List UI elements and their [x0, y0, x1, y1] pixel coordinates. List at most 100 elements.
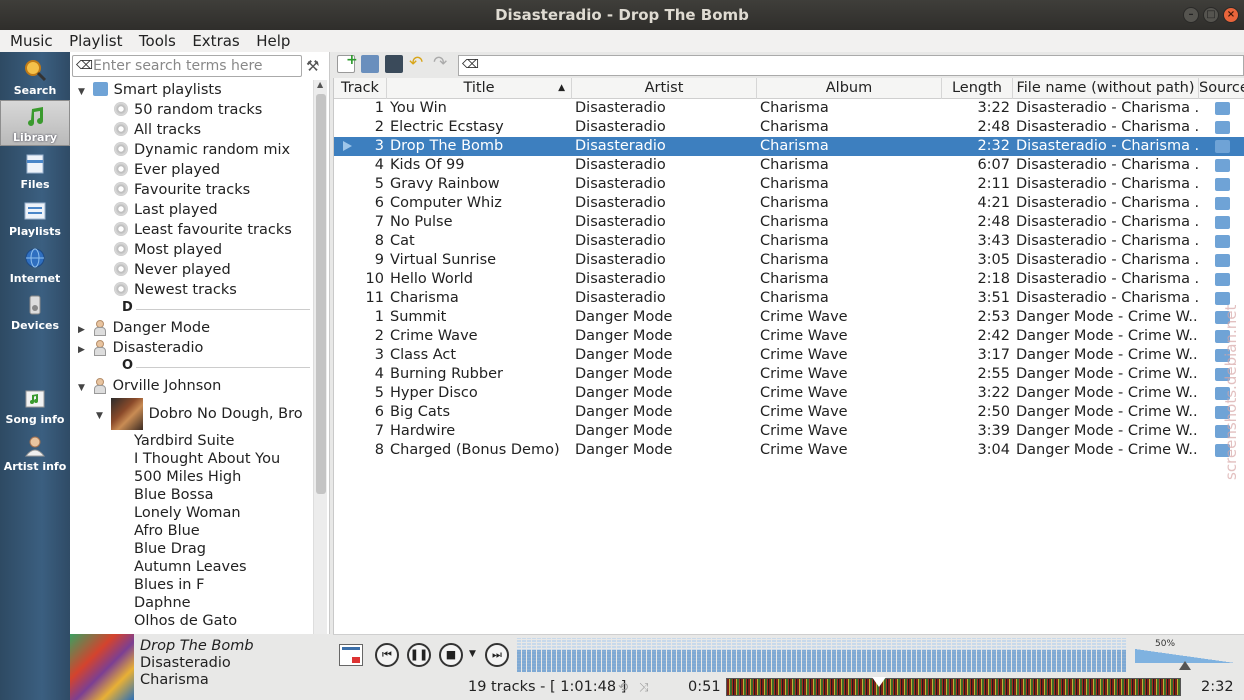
table-row[interactable]: 9 Virtual Sunrise Disasteradio Charisma 3:05… — [334, 251, 1244, 270]
tab-files[interactable]: Files — [0, 148, 70, 194]
tab-playlists[interactable]: Playlists — [0, 195, 70, 241]
expanded-arrow-icon[interactable]: ▼ — [78, 378, 88, 398]
close-button[interactable]: × — [1223, 7, 1239, 23]
previous-track-button[interactable]: ⏮ — [375, 643, 399, 667]
menu-help[interactable]: Help — [251, 30, 295, 52]
album-track-item[interactable]: Blues in F — [134, 576, 204, 594]
column-title[interactable]: Title ▲ — [387, 78, 572, 99]
new-playlist-icon[interactable]: + — [337, 52, 358, 73]
redo-icon[interactable]: ↷ — [433, 55, 451, 73]
album-track-item[interactable]: Lonely Woman — [134, 504, 241, 522]
clear-search-icon[interactable]: ⌫ — [76, 58, 93, 72]
smart-playlist-item[interactable]: Least favourite tracks — [114, 220, 292, 240]
table-row[interactable]: 8 Cat Disasteradio Charisma 3:43 Disasteradio… — [334, 232, 1244, 251]
smart-playlist-item[interactable]: Newest tracks — [114, 280, 237, 300]
repeat-icon[interactable]: ⟲ — [618, 681, 634, 693]
collapsed-arrow-icon[interactable]: ▶ — [78, 340, 88, 360]
volume-slider[interactable]: 50% — [1133, 639, 1241, 673]
menu-playlist[interactable]: Playlist — [64, 30, 127, 52]
tree-artist-orville-johnson[interactable]: ▼ Orville Johnson — [78, 376, 221, 396]
load-playlist-icon[interactable] — [361, 55, 379, 73]
library-search-input[interactable]: ⌫ Enter search terms here — [72, 55, 302, 77]
menu-tools[interactable]: Tools — [134, 30, 181, 52]
tab-internet[interactable]: Internet — [0, 242, 70, 288]
minimize-button[interactable]: – — [1183, 7, 1199, 23]
tab-song-info[interactable]: Song info — [0, 383, 70, 429]
album-track-item[interactable]: 500 Miles High — [134, 468, 241, 486]
table-row[interactable]: 8 Charged (Bonus Demo) Danger Mode Crime Wa… — [334, 441, 1244, 460]
album-track-item[interactable]: Blue Drag — [134, 540, 206, 558]
table-row[interactable]: 1 You Win Disasteradio Charisma 3:22 Disaster… — [334, 99, 1244, 118]
tree-album[interactable]: ▼ Dobro No Dough, Bro — [96, 396, 303, 432]
playlist-table[interactable]: Track Title ▲ Artist Album Length File na… — [333, 78, 1244, 634]
expanded-arrow-icon[interactable]: ▼ — [78, 82, 88, 102]
maximize-button[interactable]: □ — [1203, 7, 1219, 23]
smart-playlist-item[interactable]: Last played — [114, 200, 218, 220]
album-track-item[interactable]: Daphne — [134, 594, 191, 612]
table-row[interactable]: 2 Crime Wave Danger Mode Crime Wave 2:42 Dang… — [334, 327, 1244, 346]
album-track-item[interactable]: Blue Bossa — [134, 486, 214, 504]
stop-button[interactable]: ■ — [439, 643, 463, 667]
seek-position-marker[interactable] — [872, 677, 887, 687]
smart-playlist-item[interactable]: Favourite tracks — [114, 180, 250, 200]
table-row[interactable]: 1 Summit Danger Mode Crime Wave 2:53 Danger M… — [334, 308, 1244, 327]
menu-music[interactable]: Music — [5, 30, 58, 52]
table-row[interactable]: 6 Big Cats Danger Mode Crime Wave 2:50 Danger… — [334, 403, 1244, 422]
tab-devices[interactable]: Devices — [0, 289, 70, 335]
table-row[interactable]: 4 Burning Rubber Danger Mode Crime Wave 2:55… — [334, 365, 1244, 384]
scroll-up-icon[interactable]: ▲ — [317, 80, 323, 89]
shuffle-icon[interactable]: ⤨ — [639, 681, 655, 693]
tree-artist-danger-mode[interactable]: ▶ Danger Mode — [78, 318, 210, 338]
table-row[interactable]: 5 Hyper Disco Danger Mode Crime Wave 3:22 Dan… — [334, 384, 1244, 403]
undo-icon[interactable]: ↶ — [409, 55, 427, 73]
seek-bar[interactable] — [726, 677, 1181, 696]
table-row[interactable]: 7 No Pulse Disasteradio Charisma 2:48 Disaste… — [334, 213, 1244, 232]
table-row[interactable]: 4 Kids Of 99 Disasteradio Charisma 6:07 Disas… — [334, 156, 1244, 175]
library-tree[interactable]: ▼ Smart playlists 50 random tracks All tr… — [70, 80, 314, 634]
tree-artist-disasteradio[interactable]: ▶ Disasteradio — [78, 338, 203, 358]
table-row[interactable]: 3 Class Act Danger Mode Crime Wave 3:17 Dange… — [334, 346, 1244, 365]
table-row[interactable]: 2 Electric Ecstasy Disasteradio Charisma 2:4… — [334, 118, 1244, 137]
table-row[interactable]: 5 Gravy Rainbow Disasteradio Charisma 2:11 Di… — [334, 175, 1244, 194]
album-track-item[interactable]: I Thought About You — [134, 450, 280, 468]
scrollbar-thumb[interactable] — [316, 94, 326, 494]
column-album[interactable]: Album — [757, 78, 942, 99]
album-track-item[interactable]: Afro Blue — [134, 522, 200, 540]
smart-playlist-item[interactable]: Ever played — [114, 160, 220, 180]
next-track-button[interactable]: ⏭ — [485, 643, 509, 667]
smart-playlist-item[interactable]: Most played — [114, 240, 222, 260]
tab-artist-info[interactable]: Artist info — [0, 430, 70, 476]
smart-playlist-item[interactable]: Never played — [114, 260, 231, 280]
expanded-arrow-icon[interactable]: ▼ — [96, 398, 106, 434]
volume-handle[interactable] — [1179, 661, 1191, 670]
collapsed-arrow-icon[interactable]: ▶ — [78, 320, 88, 340]
tab-search[interactable]: Search — [0, 54, 70, 100]
table-row[interactable]: 7 Hardwire Danger Mode Crime Wave 3:39 Danger… — [334, 422, 1244, 441]
album-track-item[interactable]: Yardbird Suite — [134, 432, 234, 450]
playlist-filter-input[interactable]: ⌫ — [458, 55, 1244, 76]
table-row[interactable]: 11 Charisma Disasteradio Charisma 3:51 Disast… — [334, 289, 1244, 308]
library-config-icon[interactable]: ⚒ — [306, 57, 326, 75]
album-track-item[interactable]: Olhos de Gato — [134, 612, 237, 630]
save-playlist-icon[interactable] — [385, 55, 403, 73]
table-row[interactable]: 6 Computer Whiz Disasteradio Charisma 4:21 Di… — [334, 194, 1244, 213]
column-length[interactable]: Length — [942, 78, 1013, 99]
stop-options-dropdown-icon[interactable]: ▼ — [469, 649, 476, 659]
spectrum-analyzer[interactable] — [517, 638, 1127, 672]
now-playing-widget[interactable]: Drop The Bomb Disasteradio Charisma — [70, 634, 333, 700]
table-row[interactable]: 3 Drop The Bomb Disasteradio Charisma 2:32 Di… — [334, 137, 1244, 156]
album-track-item[interactable]: Autumn Leaves — [134, 558, 247, 576]
smart-playlist-item[interactable]: Dynamic random mix — [114, 140, 290, 160]
column-track[interactable]: Track — [334, 78, 387, 99]
library-scrollbar[interactable]: ▲ — [313, 80, 327, 634]
column-source[interactable]: Source — [1199, 78, 1244, 99]
clear-filter-icon[interactable]: ⌫ — [462, 57, 479, 71]
smart-playlist-item[interactable]: All tracks — [114, 120, 201, 140]
pause-button[interactable]: ❚❚ — [407, 643, 431, 667]
tree-smart-playlists[interactable]: ▼ Smart playlists — [78, 80, 222, 100]
table-row[interactable]: 10 Hello World Disasteradio Charisma 2:18 Dis… — [334, 270, 1244, 289]
tab-library[interactable]: Library — [0, 100, 70, 146]
menu-extras[interactable]: Extras — [187, 30, 244, 52]
column-filename[interactable]: File name (without path) — [1013, 78, 1199, 99]
smart-playlist-item[interactable]: 50 random tracks — [114, 100, 262, 120]
